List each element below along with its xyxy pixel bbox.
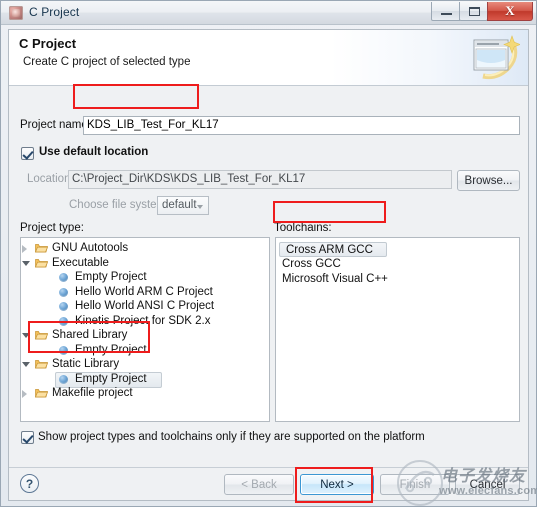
- toolchain-item-label: Cross GCC: [282, 258, 341, 270]
- twisty-expanded-icon[interactable]: [22, 362, 30, 367]
- file-system-combo[interactable]: default: [157, 196, 209, 215]
- chevron-down-icon: [197, 205, 203, 209]
- folder-icon: [34, 388, 49, 398]
- close-icon: X: [505, 3, 515, 18]
- window-title: C Project: [29, 5, 80, 19]
- project-type-tree[interactable]: GNU Autotools Executable Empty Project Hell…: [20, 237, 270, 422]
- twisty-collapsed-icon[interactable]: [22, 245, 27, 253]
- tree-item-hello-world-arm-c-project[interactable]: Hello World ARM C Project: [21, 285, 269, 300]
- minimize-button[interactable]: [431, 2, 460, 21]
- minimize-icon: [441, 13, 452, 15]
- tree-item-empty-project[interactable]: Empty Project: [21, 270, 269, 285]
- location-input[interactable]: C:\Project_Dir\KDS\KDS_LIB_Test_For_KL17: [68, 170, 452, 189]
- maximize-icon: [469, 7, 480, 16]
- tree-item-label: Hello World ANSI C Project: [75, 300, 215, 312]
- project-name-label: Project name:: [20, 119, 91, 131]
- browse-button[interactable]: Browse...: [457, 170, 520, 191]
- tree-item-empty-project[interactable]: Empty Project: [21, 343, 269, 358]
- file-system-value: default: [162, 199, 197, 211]
- twisty-expanded-icon[interactable]: [22, 260, 30, 266]
- tree-item-makefile-project[interactable]: Makefile project: [21, 386, 269, 401]
- tree-item-label: Makefile project: [52, 387, 133, 399]
- form-area: Project name: KDS_LIB_Test_For_KL17 Use …: [9, 87, 528, 445]
- toolchain-item-label: Microsoft Visual C++: [282, 273, 388, 285]
- maximize-button[interactable]: [459, 2, 488, 21]
- project-bullet-icon: [59, 316, 68, 326]
- tree-item-hello-world-ansi-c-project[interactable]: Hello World ANSI C Project: [21, 299, 269, 314]
- toolchains-list-rows: Cross ARM GCC Cross GCC Microsoft Visual C…: [276, 238, 519, 287]
- toolchain-item-microsoft-visual-c[interactable]: Microsoft Visual C++: [276, 272, 519, 287]
- tree-item-executable[interactable]: Executable: [21, 256, 269, 271]
- toolchain-item-cross-arm-gcc[interactable]: Cross ARM GCC: [279, 242, 387, 257]
- cancel-button[interactable]: Cancel: [455, 474, 520, 495]
- tree-item-label: Empty Project: [75, 343, 147, 356]
- title-bar: C Project X: [1, 1, 536, 25]
- tree-item-label: Executable: [52, 256, 109, 269]
- tree-item-empty-project[interactable]: Empty Project: [21, 371, 269, 388]
- tree-item-shared-library[interactable]: Shared Library: [21, 328, 269, 343]
- project-name-input[interactable]: KDS_LIB_Test_For_KL17: [83, 116, 520, 135]
- finish-button[interactable]: Finish: [380, 474, 450, 495]
- project-bullet-icon: [59, 345, 68, 355]
- use-default-location-label: Use default location: [39, 146, 149, 158]
- folder-icon: [34, 359, 49, 369]
- tree-item-static-library[interactable]: Static Library: [21, 357, 269, 372]
- toolchains-list[interactable]: Cross ARM GCC Cross GCC Microsoft Visual C…: [275, 237, 520, 422]
- next-button[interactable]: Next >: [300, 474, 374, 495]
- project-bullet-icon: [59, 302, 68, 311]
- tree-item-label: Kinetis Project for SDK 2.x: [75, 314, 211, 327]
- footer-divider: [9, 467, 528, 468]
- tree-item-label: Hello World ARM C Project: [75, 285, 213, 298]
- tree-item-label: Empty Project: [75, 372, 147, 385]
- project-type-tree-rows: GNU Autotools Executable Empty Project Hell…: [21, 238, 269, 401]
- twisty-collapsed-icon[interactable]: [22, 390, 27, 398]
- project-bullet-icon: [59, 273, 68, 282]
- tree-item-label: Empty Project: [75, 271, 147, 283]
- tree-item-label: Static Library: [52, 358, 120, 370]
- toolchain-item-label: Cross ARM GCC: [286, 244, 373, 256]
- folder-icon: [34, 330, 49, 340]
- twisty-expanded-icon[interactable]: [22, 333, 30, 338]
- tree-item-kinetis-project-for-sdk-2-x[interactable]: Kinetis Project for SDK 2.x: [21, 314, 269, 329]
- page-subtitle: Create C project of selected type: [23, 56, 191, 68]
- show-supported-checkbox[interactable]: [21, 431, 34, 444]
- project-bullet-icon: [59, 374, 68, 384]
- use-default-location-checkbox[interactable]: [21, 147, 34, 160]
- project-bullet-icon: [59, 287, 68, 297]
- tree-item-label: GNU Autotools: [52, 242, 129, 254]
- c-project-icon: [9, 6, 23, 20]
- location-label: Location:: [27, 173, 74, 185]
- tree-item-gnu-autotools[interactable]: GNU Autotools: [21, 241, 269, 256]
- project-type-label: Project type:: [20, 222, 84, 234]
- folder-icon: [34, 243, 49, 253]
- show-supported-label: Show project types and toolchains only i…: [38, 431, 425, 443]
- wizard-banner: C Project Create C project of selected t…: [9, 30, 528, 86]
- tree-item-label: Shared Library: [52, 329, 128, 341]
- folder-icon: [34, 258, 49, 268]
- close-button[interactable]: X: [487, 2, 533, 21]
- caption-buttons: X: [431, 2, 533, 21]
- toolchains-label: Toolchains:: [274, 222, 332, 234]
- choose-file-system-label: Choose file system:: [69, 199, 170, 211]
- back-button[interactable]: < Back: [224, 474, 294, 495]
- page-title: C Project: [19, 36, 77, 51]
- help-icon[interactable]: ?: [20, 474, 39, 493]
- dialog-body: C Project Create C project of selected t…: [8, 29, 529, 501]
- new-project-wizard-icon: [473, 35, 520, 80]
- c-project-wizard-window: C Project X C Project Create C project o…: [0, 0, 537, 507]
- toolchain-item-cross-gcc[interactable]: Cross GCC: [276, 257, 519, 272]
